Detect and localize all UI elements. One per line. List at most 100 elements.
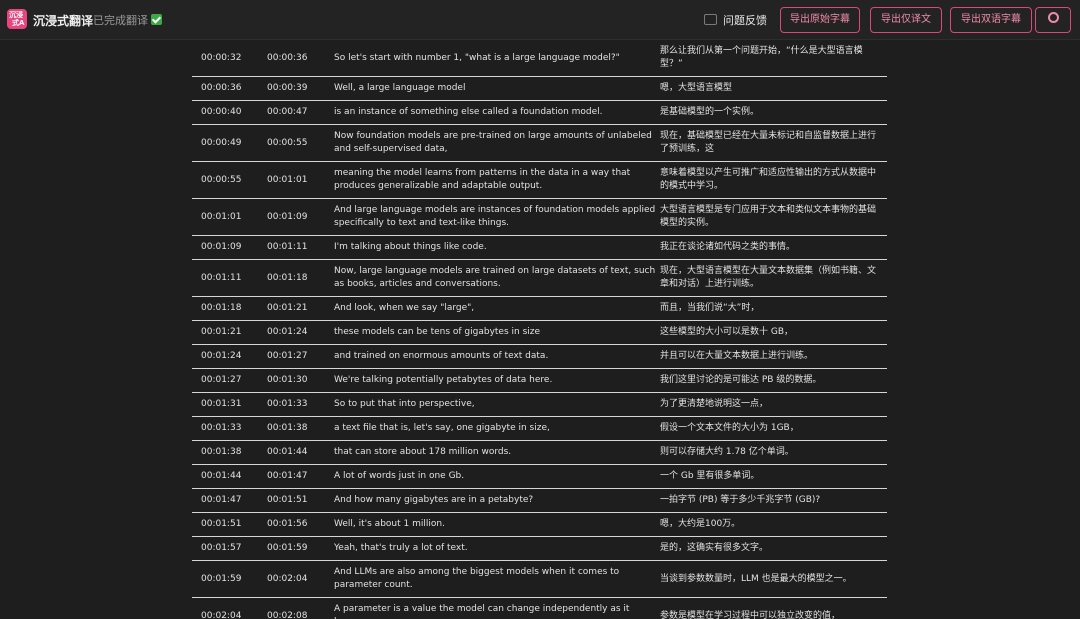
table-row: 00:01:51 00:01:56 Well, it's about 1 milli… — [192, 512, 887, 537]
subtitle-table-container[interactable]: 00:00:32 00:00:36 So let's start with numb… — [192, 40, 887, 619]
start-time: 00:01:27 — [192, 368, 267, 393]
end-time: 00:01:27 — [267, 344, 334, 369]
gear-icon — [1047, 12, 1059, 23]
translated-text: 假设一个文本文件的大小为 1GB， — [660, 416, 887, 441]
original-text: We're talking potentially petabytes of d… — [334, 368, 660, 393]
end-time: 00:01:01 — [267, 161, 334, 199]
start-time: 00:01:24 — [192, 344, 267, 369]
feedback-label: 问题反馈 — [723, 14, 767, 27]
end-time: 00:01:33 — [267, 392, 334, 417]
end-time: 00:01:51 — [267, 488, 334, 513]
translated-text: 而且，当我们说“大”时， — [660, 296, 887, 321]
end-time: 00:02:04 — [267, 560, 334, 598]
original-text: I'm talking about things like code. — [334, 235, 660, 260]
original-text: Now foundation models are pre-trained on… — [334, 124, 660, 162]
translated-text: 参数是模型在学习过程中可以独立改变的值， — [660, 597, 887, 619]
table-row: 00:02:04 00:02:08 A parameter is a value t… — [192, 597, 887, 619]
start-time: 00:01:47 — [192, 488, 267, 513]
checkmark-icon — [151, 14, 162, 25]
start-time: 00:01:31 — [192, 392, 267, 417]
translated-text: 是的，这确实有很多文字。 — [660, 536, 887, 561]
translated-text: 这些模型的大小可以是数十 GB， — [660, 320, 887, 345]
translated-text: 为了更清楚地说明这一点， — [660, 392, 887, 417]
app-logo-icon: 沉浸 式A — [7, 9, 27, 29]
start-time: 00:01:59 — [192, 560, 267, 598]
table-row: 00:01:24 00:01:27 and trained on enormous … — [192, 344, 887, 369]
translated-text: 则可以存储大约 1.78 亿个单词。 — [660, 440, 887, 465]
start-time: 00:01:51 — [192, 512, 267, 537]
export-translation-button[interactable]: 导出仅译文 — [870, 7, 942, 33]
translated-text: 大型语言模型是专门应用于文本和类似文本事物的基础模型的实例。 — [660, 198, 887, 236]
original-text: A parameter is a value the model can cha… — [334, 597, 660, 619]
logo-text-top: 沉浸 — [9, 11, 23, 19]
table-row: 00:01:27 00:01:30 We're talking potentiall… — [192, 368, 887, 393]
original-text: And look, when we say "large", — [334, 296, 660, 321]
table-row: 00:01:57 00:01:59 Yeah, that's truly a lot… — [192, 536, 887, 561]
original-text: And large language models are instances … — [334, 198, 660, 236]
table-row: 00:00:36 00:00:39 Well, a large language m… — [192, 76, 887, 101]
translated-text: 我们这里讨论的是可能达 PB 级的数据。 — [660, 368, 887, 393]
table-row: 00:01:01 00:01:09 And large language model… — [192, 198, 887, 236]
translated-text: 我正在谈论诸如代码之类的事情。 — [660, 235, 887, 260]
settings-button[interactable] — [1035, 7, 1071, 33]
end-time: 00:01:44 — [267, 440, 334, 465]
end-time: 00:01:21 — [267, 296, 334, 321]
start-time: 00:00:49 — [192, 124, 267, 162]
export-bilingual-button[interactable]: 导出双语字幕 — [950, 7, 1032, 33]
original-text: Now, large language models are trained o… — [334, 259, 660, 297]
original-text: And LLMs are also among the biggest mode… — [334, 560, 660, 598]
start-time: 00:00:36 — [192, 76, 267, 101]
translated-text: 一个 Gb 里有很多单词。 — [660, 464, 887, 489]
start-time: 00:01:09 — [192, 235, 267, 260]
feedback-link[interactable]: 问题反馈 — [704, 12, 767, 28]
app-title: 沉浸式翻译 — [33, 14, 94, 28]
original-text: So to put that into perspective, — [334, 392, 660, 417]
original-text: So let's start with number 1, "what is a… — [334, 40, 660, 77]
status-text: 已完成翻译 — [93, 14, 148, 27]
translated-text: 是基础模型的一个实例。 — [660, 100, 887, 125]
end-time: 00:01:56 — [267, 512, 334, 537]
table-row: 00:01:44 00:01:47 A lot of words just in o… — [192, 464, 887, 489]
table-row: 00:01:09 00:01:11 I'm talking about things… — [192, 235, 887, 260]
start-time: 00:01:18 — [192, 296, 267, 321]
translated-text: 当谈到参数数量时，LLM 也是最大的模型之一。 — [660, 560, 887, 598]
original-text: Well, it's about 1 million. — [334, 512, 660, 537]
translated-text: 并且可以在大量文本数据上进行训练。 — [660, 344, 887, 369]
translation-status: 已完成翻译 — [93, 12, 162, 28]
translated-text: 现在，大型语言模型在大量文本数据集（例如书籍、文章和对话）上进行训练。 — [660, 259, 887, 297]
end-time: 00:01:30 — [267, 368, 334, 393]
original-text: Well, a large language model — [334, 76, 660, 101]
table-row: 00:01:21 00:01:24 these models can be tens… — [192, 320, 887, 345]
end-time: 00:01:18 — [267, 259, 334, 297]
start-time: 00:01:44 — [192, 464, 267, 489]
start-time: 00:01:33 — [192, 416, 267, 441]
end-time: 00:00:55 — [267, 124, 334, 162]
table-row: 00:01:59 00:02:04 And LLMs are also among … — [192, 560, 887, 598]
table-row: 00:00:32 00:00:36 So let's start with numb… — [192, 40, 887, 77]
original-text: that can store about 178 million words. — [334, 440, 660, 465]
start-time: 00:02:04 — [192, 597, 267, 619]
subtitle-table: 00:00:32 00:00:36 So let's start with numb… — [192, 40, 887, 619]
end-time: 00:01:24 — [267, 320, 334, 345]
table-row: 00:01:38 00:01:44 that can store about 178… — [192, 440, 887, 465]
translated-text: 嗯，大型语言模型 — [660, 76, 887, 101]
start-time: 00:01:01 — [192, 198, 267, 236]
original-text: a text file that is, let's say, one giga… — [334, 416, 660, 441]
start-time: 00:01:21 — [192, 320, 267, 345]
table-row: 00:01:31 00:01:33 So to put that into pers… — [192, 392, 887, 417]
table-row: 00:01:47 00:01:51 And how many gigabytes a… — [192, 488, 887, 513]
original-text: is an instance of something else called … — [334, 100, 660, 125]
translated-text: 现在，基础模型已经在大量未标记和自监督数据上进行了预训练，这 — [660, 124, 887, 162]
export-original-button[interactable]: 导出原始字幕 — [780, 7, 860, 33]
table-row: 00:01:33 00:01:38 a text file that is, let… — [192, 416, 887, 441]
start-time: 00:01:11 — [192, 259, 267, 297]
table-row: 00:00:55 00:01:01 meaning the model learns… — [192, 161, 887, 199]
start-time: 00:00:40 — [192, 100, 267, 125]
translated-text: 意味着模型以产生可推广和适应性输出的方式从数据中的模式中学习。 — [660, 161, 887, 199]
original-text: these models can be tens of gigabytes in… — [334, 320, 660, 345]
table-row: 00:01:18 00:01:21 And look, when we say "l… — [192, 296, 887, 321]
end-time: 00:01:47 — [267, 464, 334, 489]
start-time: 00:00:55 — [192, 161, 267, 199]
feedback-icon — [704, 14, 717, 25]
translated-text: 嗯，大约是100万。 — [660, 512, 887, 537]
